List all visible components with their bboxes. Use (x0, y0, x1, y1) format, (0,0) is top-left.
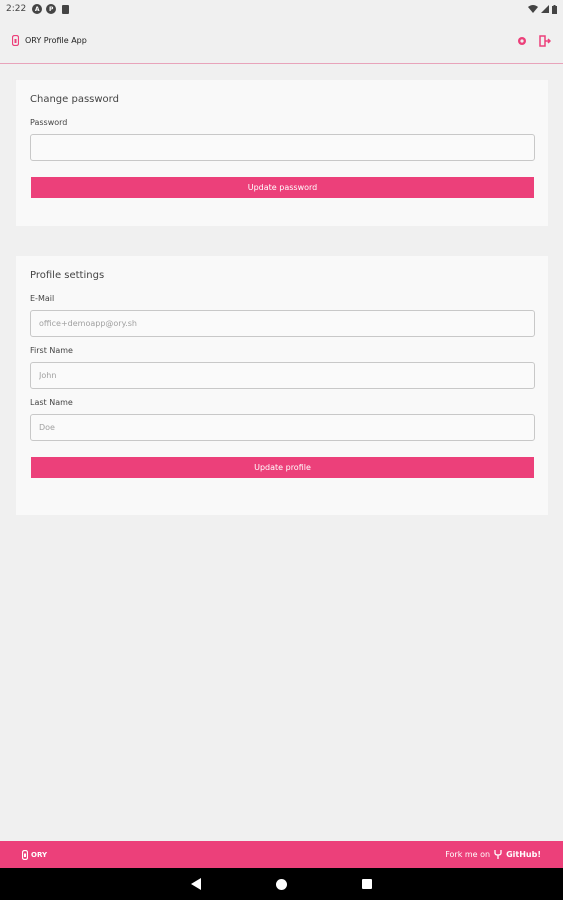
sd-card-icon (62, 4, 70, 14)
ory-logo-icon (12, 35, 19, 46)
app-bar: ORY Profile App (0, 18, 563, 64)
status-bar: 2:22 A P (0, 0, 563, 18)
android-nav-bar (0, 868, 563, 900)
footer: ORY Fork me on GitHub! (0, 841, 563, 868)
password-input[interactable] (30, 134, 535, 161)
wifi-icon (528, 5, 538, 13)
back-icon[interactable] (191, 878, 201, 890)
email-label: E-Mail (30, 294, 55, 303)
home-icon[interactable] (276, 878, 287, 890)
password-label: Password (30, 118, 68, 127)
status-indicators (528, 4, 557, 14)
logout-icon[interactable] (539, 34, 551, 47)
gear-icon[interactable] (517, 36, 527, 46)
update-profile-button[interactable]: Update profile (31, 457, 534, 478)
ory-logo-icon (22, 849, 28, 860)
github-fork-icon (494, 850, 502, 859)
status-time: 2:22 (6, 4, 27, 14)
change-password-title: Change password (30, 94, 119, 105)
app-actions (517, 34, 551, 47)
last-name-field[interactable] (30, 414, 535, 441)
change-password-card: Change password Password Update password (16, 80, 548, 226)
email-field[interactable] (30, 310, 535, 337)
first-name-label: First Name (30, 346, 73, 355)
signal-icon (541, 5, 549, 13)
app-title: ORY Profile App (25, 36, 87, 45)
footer-brand-label: ORY (31, 850, 48, 859)
footer-brand[interactable]: ORY (22, 849, 48, 860)
github-text: GitHub! (506, 850, 541, 859)
battery-icon (552, 4, 557, 14)
update-password-button[interactable]: Update password (31, 177, 534, 198)
last-name-label: Last Name (30, 398, 73, 407)
profile-settings-title: Profile settings (30, 270, 105, 281)
first-name-field[interactable] (30, 362, 535, 389)
profile-settings-card: Profile settings E-Mail First Name Last … (16, 256, 548, 515)
fork-text: Fork me on (445, 850, 491, 859)
recent-apps-icon[interactable] (362, 879, 372, 889)
notification-p-icon: P (46, 4, 57, 14)
fork-on-github-link[interactable]: Fork me on GitHub! (445, 850, 541, 859)
notification-a-icon: A (32, 4, 43, 14)
